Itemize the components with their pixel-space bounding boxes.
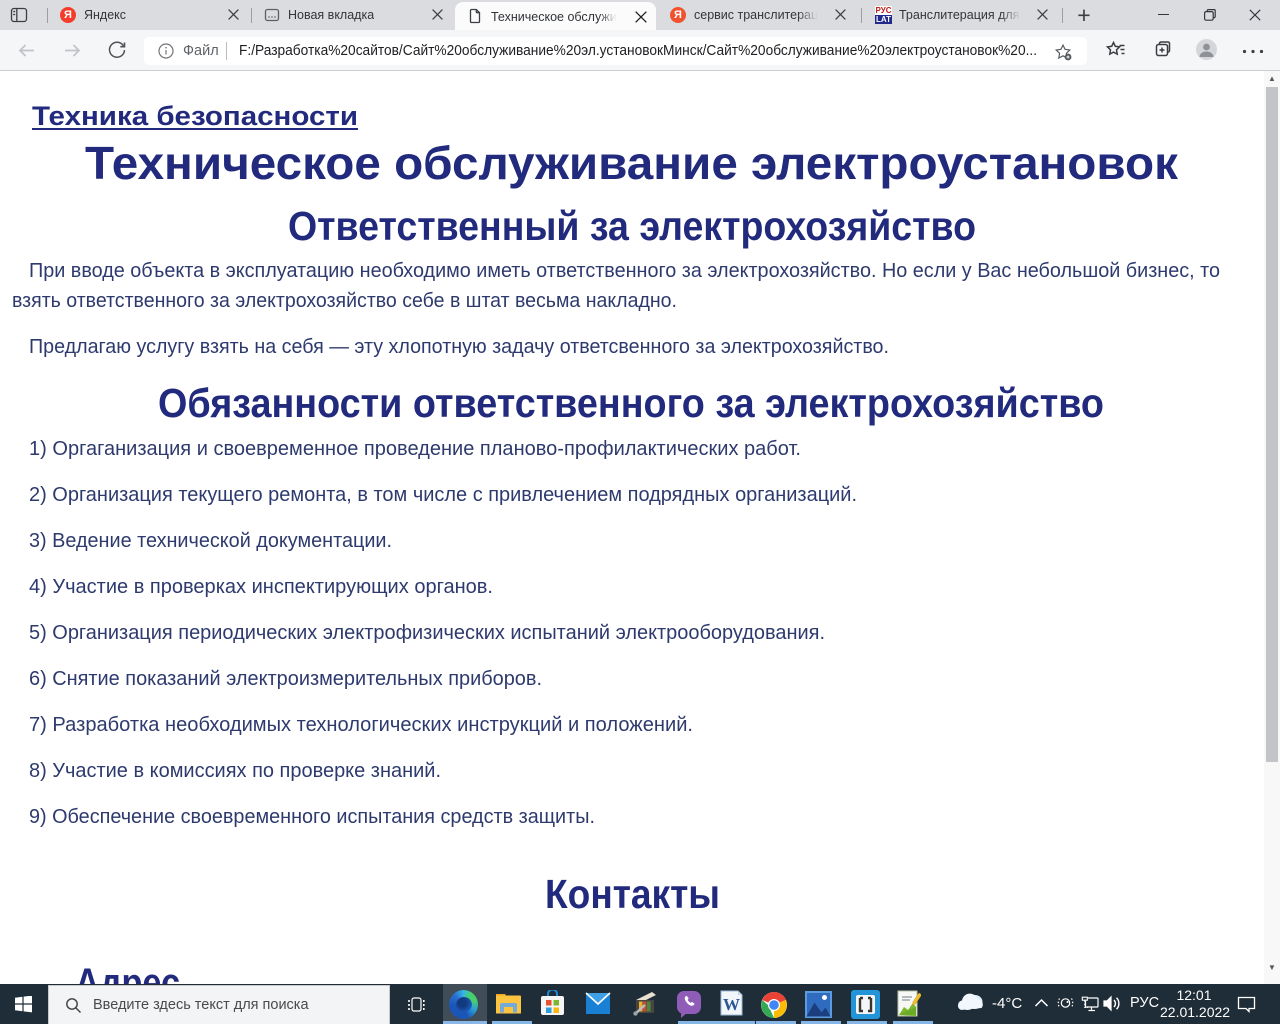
svg-text:W: W — [723, 995, 740, 1014]
